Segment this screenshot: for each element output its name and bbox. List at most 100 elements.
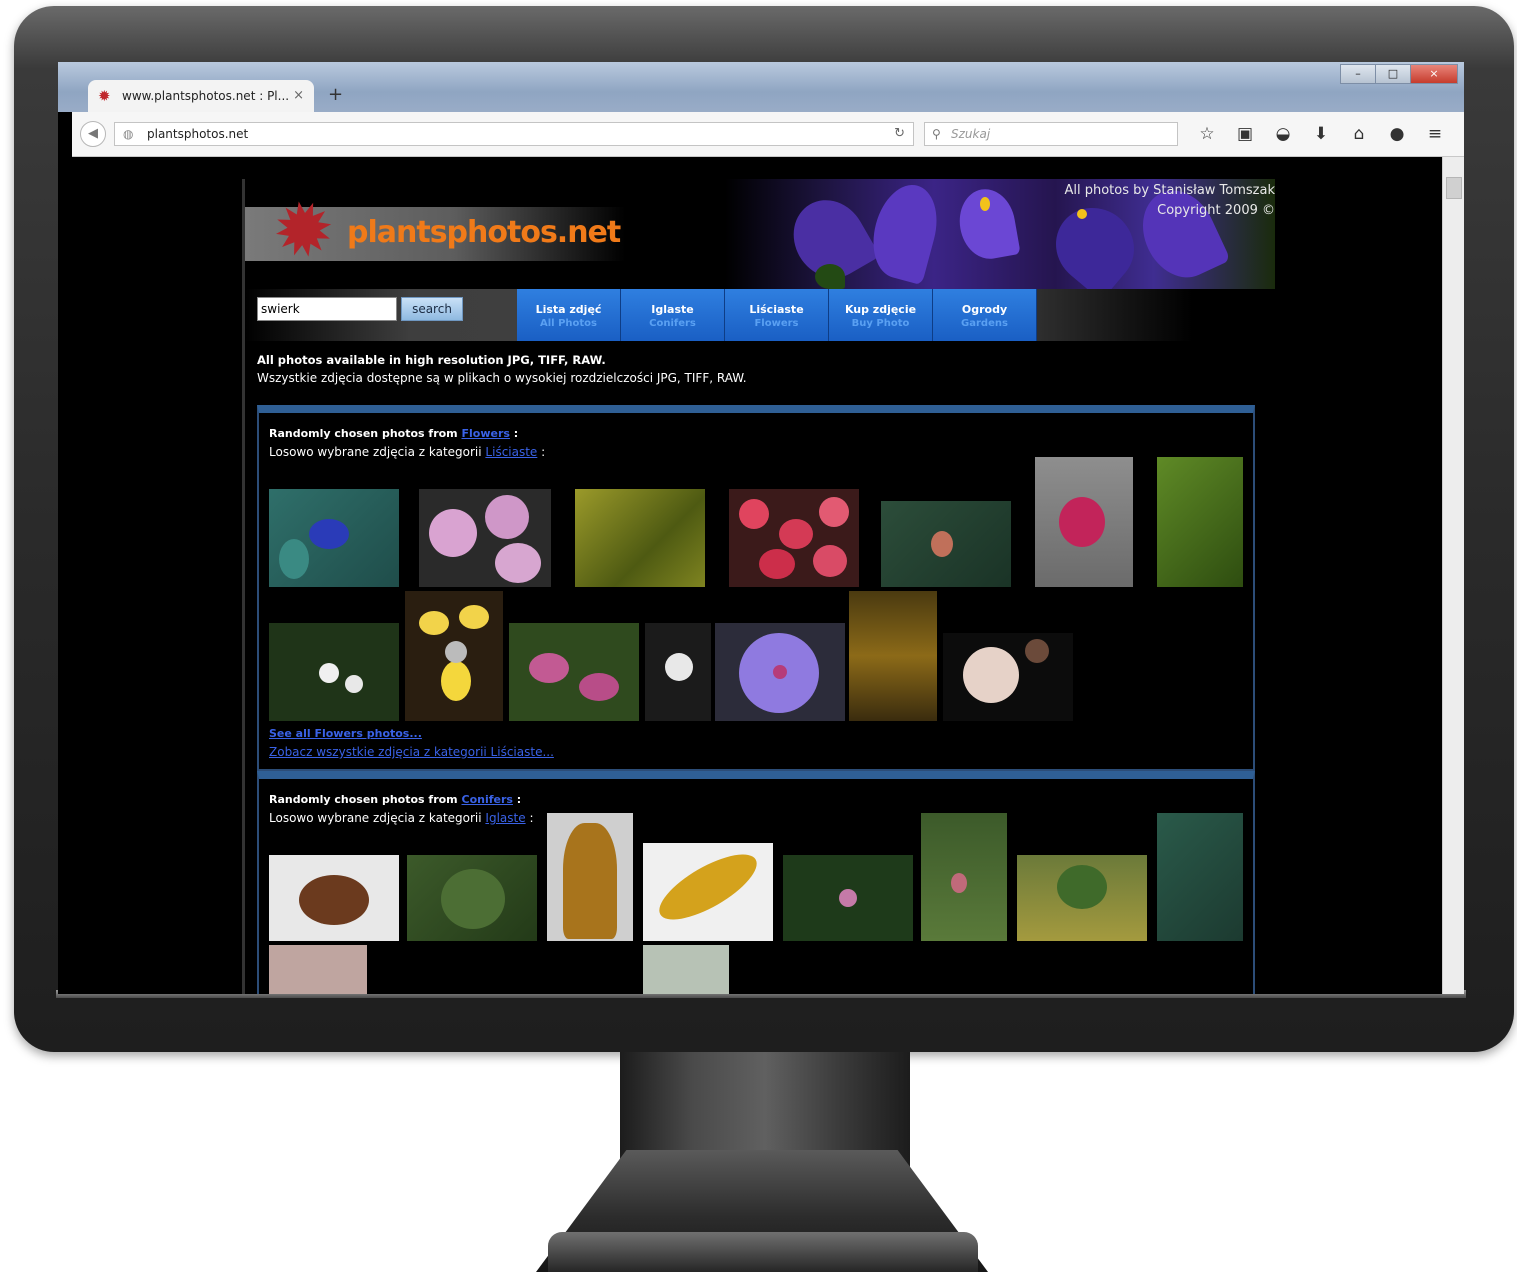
photo-thumbnail[interactable]: [419, 489, 551, 587]
menu-item-flowers[interactable]: Liściaste Flowers: [725, 289, 829, 341]
maximize-button[interactable]: □: [1375, 64, 1411, 84]
site-logo[interactable]: plantsphotos.net: [347, 215, 621, 250]
photo-thumbnail[interactable]: [783, 855, 913, 941]
site-search-input[interactable]: swierk: [257, 297, 397, 321]
photo-thumbnail[interactable]: [575, 489, 705, 587]
photo-thumbnail[interactable]: [1157, 813, 1243, 941]
lisciaste-link[interactable]: Liściaste: [485, 445, 537, 459]
magnifier-icon: ⚲: [932, 127, 941, 141]
see-all-flowers-link[interactable]: See all Flowers photos...: [269, 727, 422, 740]
scrollbar-thumb[interactable]: [1446, 177, 1462, 199]
menu-label-en: Buy Photo: [851, 318, 910, 329]
pocket-icon[interactable]: ◒: [1264, 122, 1302, 146]
globe-icon: ◍: [123, 127, 134, 141]
leaf-favicon-icon: ✹: [98, 87, 111, 105]
web-viewport: ✹ plantsphotos.net All photos by Stanisł…: [72, 157, 1442, 994]
iglaste-link[interactable]: Iglaste: [485, 811, 525, 825]
photo-thumbnail[interactable]: [407, 855, 537, 941]
photo-thumbnail[interactable]: [1017, 855, 1147, 941]
menu-label-en: Gardens: [961, 318, 1008, 329]
tab-close-icon[interactable]: ×: [293, 80, 304, 112]
chat-icon[interactable]: ●: [1378, 122, 1416, 146]
heading-text: Randomly chosen photos from: [269, 793, 458, 806]
flowers-link[interactable]: Flowers: [462, 427, 510, 440]
bookmark-star-icon[interactable]: ☆: [1188, 122, 1226, 146]
menu-item-conifers[interactable]: Iglaste Conifers: [621, 289, 725, 341]
maple-leaf-icon: ✹: [266, 183, 343, 279]
photo-thumbnail[interactable]: [729, 489, 859, 587]
photo-thumbnail[interactable]: [881, 501, 1011, 587]
reload-icon[interactable]: ↻: [894, 123, 905, 145]
main-menu: Lista zdjęć All Photos Iglaste Conifers …: [517, 289, 1037, 341]
heading-text-pl: Losowo wybrane zdjęcia z kategorii: [269, 811, 482, 825]
photo-thumbnail[interactable]: [269, 945, 367, 994]
heading-text-pl: Losowo wybrane zdjęcia z kategorii: [269, 445, 482, 459]
intro-text: All photos available in high resolution …: [257, 351, 747, 387]
toolbar-icons: ☆ ▣ ◒ ⬇ ⌂ ● ≡: [1188, 122, 1454, 146]
menu-label-en: Conifers: [649, 318, 696, 329]
photo-thumbnail[interactable]: [1157, 457, 1243, 587]
photo-thumbnail[interactable]: [849, 591, 937, 721]
menu-label-pl: Kup zdjęcie: [844, 303, 917, 316]
photo-credit: All photos by Stanisław Tomszak Copyrigh…: [1064, 181, 1275, 221]
heading-text: Randomly chosen photos from: [269, 427, 458, 440]
site-search-button[interactable]: search: [401, 297, 463, 321]
new-tab-button[interactable]: +: [328, 84, 343, 105]
search-and-menu-row: swierk search Lista zdjęć All Photos Igl…: [245, 289, 1275, 341]
photo-thumbnail[interactable]: [1035, 457, 1133, 587]
page-container: ✹ plantsphotos.net All photos by Stanisł…: [242, 179, 1275, 994]
intro-polish: Wszystkie zdjęcia dostępne są w plikach …: [257, 371, 747, 385]
title-bar: ✹ www.plantsphotos.net : Pl... × + – □ ×: [58, 62, 1464, 112]
back-arrow-icon[interactable]: ◀: [80, 121, 106, 147]
clipboard-icon[interactable]: ▣: [1226, 122, 1264, 146]
photo-thumbnail[interactable]: [643, 843, 773, 941]
menu-label-pl: Ogrody: [961, 303, 1008, 316]
menu-item-all-photos[interactable]: Lista zdjęć All Photos: [517, 289, 621, 341]
browser-search-field[interactable]: ⚲ Szukaj: [924, 122, 1178, 146]
vertical-scrollbar[interactable]: [1442, 157, 1464, 994]
menu-item-buy-photo[interactable]: Kup zdjęcie Buy Photo: [829, 289, 933, 341]
photo-thumbnail[interactable]: [645, 623, 711, 721]
credit-line-1: All photos by Stanisław Tomszak: [1064, 183, 1275, 198]
photo-thumbnail[interactable]: [643, 945, 729, 994]
photo-thumbnail[interactable]: [269, 489, 399, 587]
conifers-link[interactable]: Conifers: [462, 793, 513, 806]
heading-colon: :: [513, 427, 519, 440]
download-arrow-icon[interactable]: ⬇: [1302, 122, 1340, 146]
heading-colon: :: [541, 445, 546, 459]
address-text: plantsphotos.net: [147, 127, 249, 141]
address-bar[interactable]: ◍ plantsphotos.net ↻: [114, 122, 914, 146]
photo-thumbnail[interactable]: [269, 623, 399, 721]
window-controls: – □ ×: [1340, 64, 1458, 84]
browser-search-placeholder: Szukaj: [951, 127, 991, 141]
menu-label-pl: Liściaste: [749, 303, 804, 316]
photo-thumbnail[interactable]: [269, 855, 399, 941]
minimize-button[interactable]: –: [1340, 64, 1376, 84]
see-all-links: See all Flowers photos... Zobacz wszystk…: [269, 725, 554, 761]
home-icon[interactable]: ⌂: [1340, 122, 1378, 146]
navigation-toolbar: ◀ ◍ plantsphotos.net ↻ ⚲ Szukaj ☆ ▣ ◒ ⬇ …: [72, 112, 1464, 157]
close-window-button[interactable]: ×: [1410, 64, 1458, 84]
browser-window: ✹ www.plantsphotos.net : Pl... × + – □ ×…: [58, 62, 1464, 994]
photo-thumbnail[interactable]: [715, 623, 845, 721]
photo-thumbnail[interactable]: [921, 813, 1007, 941]
menu-label-en: All Photos: [540, 318, 597, 329]
intro-english: All photos available in high resolution …: [257, 353, 606, 367]
photo-thumbnail[interactable]: [547, 813, 633, 941]
photo-thumbnail[interactable]: [509, 623, 639, 721]
menu-label-en: Flowers: [754, 318, 799, 329]
menu-label-pl: Iglaste: [651, 303, 694, 316]
section-heading: Randomly chosen photos from Conifers : L…: [269, 791, 533, 827]
tab-active[interactable]: ✹ www.plantsphotos.net : Pl... ×: [88, 80, 314, 112]
heading-colon: :: [516, 793, 522, 806]
photo-thumbnail[interactable]: [943, 633, 1073, 721]
menu-item-gardens[interactable]: Ogrody Gardens: [933, 289, 1037, 341]
monitor-stand-foot: [548, 1232, 978, 1272]
see-all-lisciaste-link[interactable]: Zobacz wszystkie zdjęcia z kategorii Liś…: [269, 745, 554, 759]
heading-colon: :: [529, 811, 534, 825]
flowers-section: Randomly chosen photos from Flowers : Lo…: [257, 405, 1255, 771]
conifers-section: Randomly chosen photos from Conifers : L…: [257, 771, 1255, 994]
hamburger-menu-icon[interactable]: ≡: [1416, 122, 1454, 146]
site-header: ✹ plantsphotos.net All photos by Stanisł…: [245, 179, 1275, 289]
photo-thumbnail[interactable]: [405, 591, 503, 721]
